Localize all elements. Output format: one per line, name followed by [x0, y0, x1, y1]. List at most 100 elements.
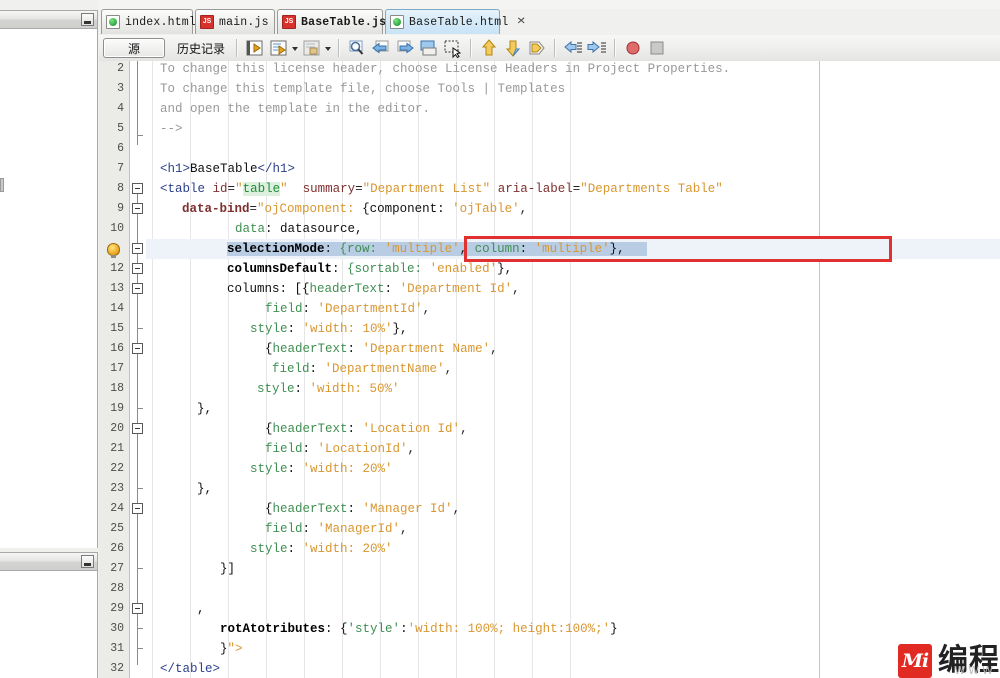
fold-toggle-icon[interactable]: [132, 503, 143, 514]
code-token: : [{: [279, 282, 310, 296]
editor-tab-main-js[interactable]: main.js✕: [195, 9, 287, 34]
code-line[interactable]: style: 'width: 20%': [250, 459, 393, 479]
code-line[interactable]: style: 'width: 20%': [250, 539, 393, 559]
code-text-surface[interactable]: To change this license header, choose Li…: [146, 61, 1000, 678]
editor-tab-label: index.html: [125, 15, 197, 29]
previous-icon[interactable]: [370, 38, 392, 58]
toolbar-separator: [470, 39, 473, 57]
watermark-logo-icon: Mi: [898, 644, 932, 678]
lower-dock-panel[interactable]: [0, 552, 98, 678]
shift-right-icon[interactable]: [586, 38, 608, 58]
source-view-button[interactable]: 源: [103, 38, 165, 58]
code-line[interactable]: {headerText: 'Manager Id',: [265, 499, 460, 519]
fold-toggle-icon[interactable]: [132, 423, 143, 434]
code-line[interactable]: selectionMode: {row: 'multiple', column:…: [227, 239, 648, 259]
code-line[interactable]: }]: [220, 559, 235, 579]
code-line[interactable]: field: 'DepartmentId',: [265, 299, 430, 319]
code-token: field: [265, 522, 303, 536]
chevron-down-icon[interactable]: [291, 38, 300, 58]
insert-icon[interactable]: [301, 38, 323, 58]
code-line[interactable]: <table id="table" summary="Department Li…: [160, 179, 723, 199]
line-number: 6: [117, 142, 124, 155]
fold-toggle-icon[interactable]: [132, 283, 143, 294]
line-number: 3: [117, 82, 124, 95]
shift-left-icon[interactable]: [562, 38, 584, 58]
code-token: field: [265, 302, 303, 316]
edit-with-icon[interactable]: [268, 38, 290, 58]
line-number-gutter: 2 3 4 5 6 7 8 9 10 12 13 14 15 16 17 18 19 20 21 22 23 24 25 26…: [99, 61, 130, 678]
code-token: 'width: 10%': [302, 322, 393, 336]
fold-toggle-icon[interactable]: [132, 203, 143, 214]
minimize-icon[interactable]: [81, 555, 94, 568]
code-token: columns: [227, 282, 280, 296]
code-line[interactable]: To change this template file, choose Too…: [160, 79, 565, 99]
code-token: },: [197, 402, 213, 416]
dock-resize-handle[interactable]: [0, 178, 4, 192]
code-folding-column[interactable]: [130, 61, 146, 678]
code-line[interactable]: }">: [220, 639, 243, 659]
line-number: 8: [117, 182, 124, 195]
code-token: <h1>: [160, 162, 191, 176]
back-to-source-icon[interactable]: [244, 38, 266, 58]
editor-tab-index-html[interactable]: index.html✕: [101, 9, 214, 34]
code-line[interactable]: field: 'DepartmentName',: [272, 359, 452, 379]
stop-record-icon[interactable]: [622, 38, 644, 58]
code-line[interactable]: field: 'LocationId',: [265, 439, 415, 459]
fold-toggle-icon[interactable]: [132, 343, 143, 354]
upper-dock-panel[interactable]: [0, 10, 98, 548]
toggle-panel-icon[interactable]: [418, 38, 440, 58]
code-line[interactable]: rotAtotributes: {'style':'width: 100%; h…: [220, 619, 618, 639]
stop-icon[interactable]: [646, 38, 668, 58]
code-line[interactable]: field: 'ManagerId',: [265, 519, 408, 539]
fold-toggle-icon[interactable]: [132, 603, 143, 614]
code-line[interactable]: style: 'width: 10%'},: [250, 319, 408, 339]
fold-toggle-icon[interactable]: [132, 243, 143, 254]
find-icon[interactable]: [346, 38, 368, 58]
tag-icon[interactable]: [526, 38, 548, 58]
chevron-down-icon[interactable]: [324, 38, 333, 58]
close-icon[interactable]: ✕: [517, 17, 527, 27]
fold-toggle-icon[interactable]: [132, 183, 143, 194]
indent-guide: [456, 61, 457, 678]
code-line[interactable]: {headerText: 'Location Id',: [265, 419, 468, 439]
editor-tab-basetable-js[interactable]: BaseTable.js✕: [277, 9, 404, 34]
code-line[interactable]: To change this license header, choose Li…: [160, 61, 730, 79]
code-line[interactable]: </table>: [160, 659, 220, 678]
code-line[interactable]: -->: [160, 119, 183, 139]
line-number: 21: [110, 442, 124, 455]
next-icon[interactable]: [394, 38, 416, 58]
code-line[interactable]: style: 'width: 50%': [257, 379, 400, 399]
editor-tab-label: BaseTable.html: [409, 15, 509, 29]
code-editor[interactable]: 2 3 4 5 6 7 8 9 10 12 13 14 15 16 17 18 19 20 21 22 23 24 25 26…: [99, 61, 1000, 678]
code-line[interactable]: and open the template in the editor.: [160, 99, 430, 119]
select-region-icon[interactable]: [442, 38, 464, 59]
line-number: 28: [110, 582, 124, 595]
code-line[interactable]: columns: [{headerText: 'Department Id',: [227, 279, 520, 299]
shift-down-icon[interactable]: [502, 38, 524, 58]
html-file-icon: [390, 15, 404, 29]
history-view-button[interactable]: 历史记录: [171, 40, 231, 57]
code-line[interactable]: columnsDefault: {sortable: 'enabled'},: [227, 259, 512, 279]
code-line[interactable]: data-bind="ojComponent: {component: 'ojT…: [182, 199, 527, 219]
code-line[interactable]: },: [197, 479, 212, 499]
code-token: table: [242, 182, 281, 196]
line-number: 19: [110, 402, 124, 415]
code-token: 'DepartmentId': [317, 302, 423, 316]
code-line[interactable]: },: [197, 399, 212, 419]
minimize-icon[interactable]: [81, 13, 94, 26]
code-token: style: [257, 382, 295, 396]
code-token: headerText: [309, 282, 385, 296]
code-token: <table: [160, 182, 206, 196]
shift-up-icon[interactable]: [478, 38, 500, 58]
hint-lightbulb-icon[interactable]: [107, 243, 120, 258]
code-token: 'width: 20%': [302, 542, 393, 556]
line-number: 18: [110, 382, 124, 395]
fold-toggle-icon[interactable]: [132, 263, 143, 274]
code-line[interactable]: data: datasource,: [235, 219, 363, 239]
code-line[interactable]: {headerText: 'Department Name',: [265, 339, 498, 359]
code-line[interactable]: ,: [197, 599, 205, 619]
code-token: 'enabled': [429, 262, 498, 276]
code-line[interactable]: <h1>BaseTable</h1>: [160, 159, 295, 179]
editor-tab-basetable-html[interactable]: BaseTable.html ✕: [385, 9, 526, 34]
line-number: 2: [117, 62, 124, 75]
